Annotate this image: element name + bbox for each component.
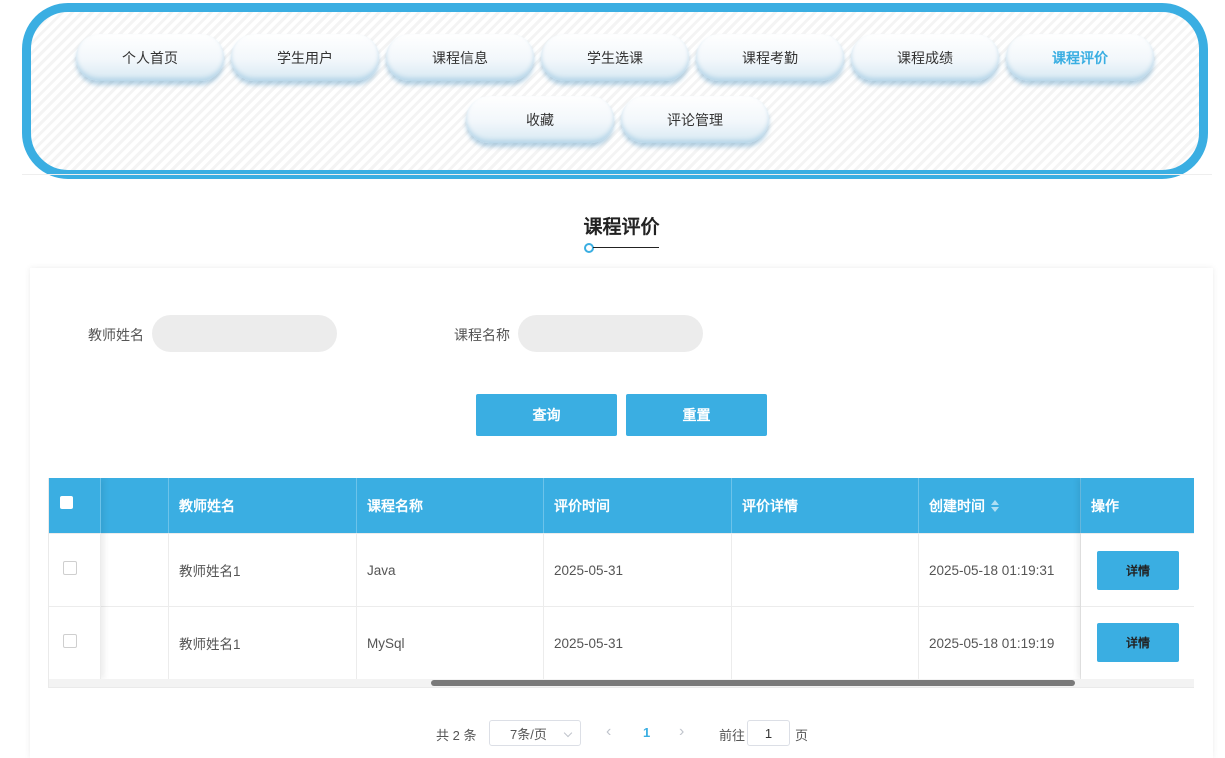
cell-eval-detail xyxy=(732,534,919,606)
nav-item-course-selection[interactable]: 学生选课 xyxy=(541,34,689,81)
title-line xyxy=(593,247,659,248)
chevron-down-icon xyxy=(563,728,573,738)
nav-item-student-users[interactable]: 学生用户 xyxy=(231,34,379,81)
query-button[interactable]: 查询 xyxy=(476,394,617,436)
nav-item-comment-management[interactable]: 评论管理 xyxy=(621,96,769,143)
header-index-cell xyxy=(101,478,169,533)
detail-button[interactable]: 详情 xyxy=(1097,623,1179,662)
nav-item-favorites[interactable]: 收藏 xyxy=(466,96,614,143)
evaluation-table: 教师姓名 课程名称 评价时间 评价详情 创建时间 操作 教师姓名1 Java 2… xyxy=(48,478,1194,688)
page-size-value: 7条/页 xyxy=(510,726,547,742)
page-number-current[interactable]: 1 xyxy=(643,725,650,740)
page-title: 课程评价 xyxy=(583,217,660,238)
cell-created: 2025-05-18 01:19:31 xyxy=(919,534,1081,606)
sort-icon[interactable] xyxy=(991,499,999,513)
course-name-input[interactable] xyxy=(518,315,703,352)
cell-eval-detail xyxy=(732,607,919,679)
cell-course: Java xyxy=(357,534,544,606)
reset-button[interactable]: 重置 xyxy=(626,394,767,436)
nav-row-1: 个人首页 学生用户 课程信息 学生选课 课程考勤 课程成绩 课程评价 xyxy=(76,34,1154,81)
header-created-label: 创建时间 xyxy=(929,497,985,514)
header-course: 课程名称 xyxy=(357,478,544,533)
cell-teacher: 教师姓名1 xyxy=(169,534,357,606)
cell-created: 2025-05-18 01:19:19 xyxy=(919,607,1081,679)
horizontal-scrollbar-thumb[interactable] xyxy=(431,680,1075,686)
table-row: 教师姓名1 MySql 2025-05-31 2025-05-18 01:19:… xyxy=(49,606,1194,679)
teacher-name-input[interactable] xyxy=(152,315,337,352)
goto-page-input[interactable]: 1 xyxy=(747,720,790,746)
title-circle-icon xyxy=(584,243,594,253)
title-decoration xyxy=(584,243,660,253)
header-created[interactable]: 创建时间 xyxy=(919,478,1081,533)
cell-course: MySql xyxy=(357,607,544,679)
nav-item-home[interactable]: 个人首页 xyxy=(76,34,224,81)
row-index-cell xyxy=(101,534,169,606)
header-eval-detail: 评价详情 xyxy=(732,478,919,533)
pagination: 共 2 条 7条/页 ‹ 1 › 前往 1 页 xyxy=(0,720,1225,746)
nav-item-course-evaluation[interactable]: 课程评价 xyxy=(1006,34,1154,81)
cell-eval-time: 2025-05-31 xyxy=(544,607,732,679)
nav-item-attendance[interactable]: 课程考勤 xyxy=(696,34,844,81)
top-nav: 个人首页 学生用户 课程信息 学生选课 课程考勤 课程成绩 课程评价 收藏 评论… xyxy=(22,3,1208,179)
page-unit-label: 页 xyxy=(795,728,809,743)
goto-label: 前往 xyxy=(719,728,746,743)
fixed-left-shadow xyxy=(49,478,101,679)
header-eval-time: 评价时间 xyxy=(544,478,732,533)
course-name-label: 课程名称 xyxy=(454,327,510,343)
detail-button[interactable]: 详情 xyxy=(1097,551,1179,590)
teacher-name-label: 教师姓名 xyxy=(88,327,144,343)
nav-item-course-info[interactable]: 课程信息 xyxy=(386,34,534,81)
next-page-icon[interactable]: › xyxy=(679,723,684,741)
header-teacher: 教师姓名 xyxy=(169,478,357,533)
nav-divider xyxy=(22,174,1212,175)
nav-item-grades[interactable]: 课程成绩 xyxy=(851,34,999,81)
nav-row-2: 收藏 评论管理 xyxy=(466,96,769,143)
page-size-select[interactable]: 7条/页 xyxy=(489,720,581,746)
prev-page-icon[interactable]: ‹ xyxy=(606,723,611,741)
cell-eval-time: 2025-05-31 xyxy=(544,534,732,606)
row-index-cell xyxy=(101,607,169,679)
table-header: 教师姓名 课程名称 评价时间 评价详情 创建时间 操作 xyxy=(49,478,1194,533)
total-count: 共 2 条 xyxy=(436,728,477,743)
table-row: 教师姓名1 Java 2025-05-31 2025-05-18 01:19:3… xyxy=(49,533,1194,606)
cell-teacher: 教师姓名1 xyxy=(169,607,357,679)
